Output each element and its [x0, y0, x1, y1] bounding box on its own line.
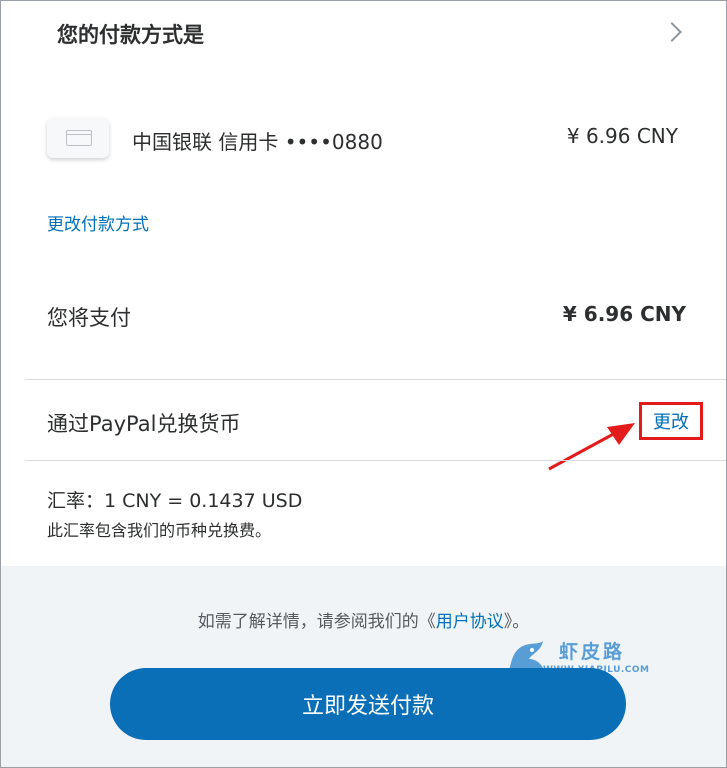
watermark-text: 虾皮路: [559, 641, 626, 663]
currency-conversion-label: 通过PayPal兑换货币: [47, 412, 241, 436]
red-arrow-icon: [548, 423, 635, 471]
credit-card-icon: [47, 118, 109, 158]
exchange-rate: 汇率：1 CNY = 0.1437 USD: [47, 490, 303, 512]
divider: [25, 460, 726, 461]
agreement-text: 如需了解详情，请参阅我们的《用户协议》。: [1, 607, 726, 632]
payment-panel: 您的付款方式是 中国银联 信用卡 ••••0880 ¥ 6.96 CNY 更改付…: [0, 0, 727, 768]
section-title: 您的付款方式是: [57, 23, 204, 47]
card-label: 中国银联 信用卡 ••••0880: [132, 130, 383, 154]
change-payment-method-link[interactable]: 更改付款方式: [47, 210, 149, 235]
exchange-rate-note: 此汇率包含我们的币种兑换费。: [47, 521, 272, 540]
user-agreement-link[interactable]: 用户协议: [436, 612, 504, 632]
send-payment-button[interactable]: 立即发送付款: [110, 668, 626, 740]
card-amount: ¥ 6.96 CNY: [566, 124, 678, 148]
change-conversion-link[interactable]: 更改: [653, 408, 689, 434]
you-pay-amount: ¥ 6.96 CNY: [562, 302, 686, 326]
agreement-suffix: 》。: [503, 612, 530, 632]
you-pay-label: 您将支付: [47, 306, 131, 330]
divider: [25, 379, 726, 380]
chevron-right-icon[interactable]: [662, 22, 682, 42]
agreement-prefix: 如需了解详情，请参阅我们的《: [197, 612, 436, 632]
change-conversion-highlight: 更改: [639, 402, 703, 440]
